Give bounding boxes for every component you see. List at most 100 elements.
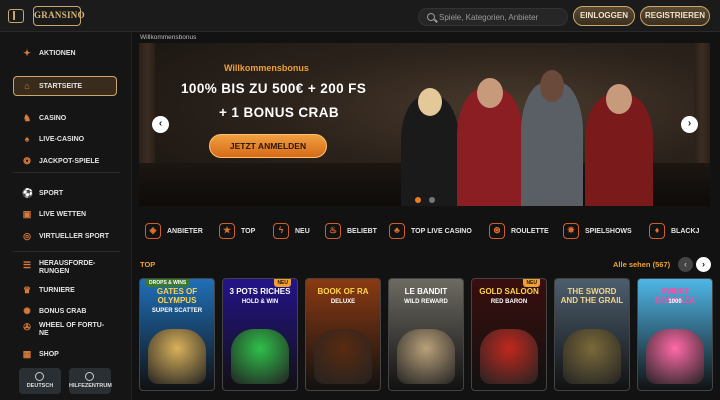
game-title: 3 POTS RICHES [229,287,291,296]
sidebar-item-startseite[interactable]: ⌂ STARTSEITE [22,79,82,93]
game-tile[interactable]: BOOK OF RA DELUXE [305,278,381,391]
game-tile[interactable]: DROPS & WINS GATES OF OLYMPUS SUPER SCATTE… [139,278,215,391]
search-input[interactable] [439,10,564,24]
game-tile[interactable]: NEU GOLD SALOON RED BARON [471,278,547,391]
sidebar-item-wheel-of-fortune[interactable]: ✇ WHEEL OF FORTU- NE [22,322,104,340]
sidebar-item-sport[interactable]: ⚽ SPORT [22,186,63,200]
language-button[interactable]: DEUTSCH [19,368,61,394]
category-neu[interactable]: ϟ NEU [273,216,310,246]
banner-prev-icon[interactable]: ‹ [152,116,169,133]
sidebar-toggle-icon[interactable] [8,9,24,23]
game-artwork [148,329,206,384]
sidebar-item-turniere[interactable]: ♛ TURNIERE [22,283,75,297]
game-title: BOOK OF RA [317,287,369,296]
category-anbieter[interactable]: ◈ ANBIETER [145,216,203,246]
game-tile[interactable]: THE SWORD AND THE GRAIL [554,278,630,391]
banner-character-man-glasses [585,84,653,206]
cards-icon: ♦ [649,223,665,239]
game-artwork [646,329,704,384]
breadcrumb: Willkommensbonus [140,34,197,41]
game-tile[interactable]: LE BANDIT WILD REWARD [388,278,464,391]
sidebar-divider [12,172,120,173]
sidebar-item-casino[interactable]: ♞ CASINO [22,111,66,125]
sidebar-item-shop[interactable]: ▦ SHOP [22,347,59,361]
help-icon [85,372,94,381]
game-title: THE SWORD AND THE GRAIL [560,287,624,305]
jackpot-icon: ❂ [23,156,31,166]
banner-subheadline: + 1 BONUS CRAB [219,105,339,120]
section-title-top: TOP [140,260,156,269]
carousel-next-icon[interactable]: › [696,257,711,272]
banner-kicker: Willkommensbonus [224,63,309,73]
game-subtitle: RED BARON [490,299,528,305]
sidebar-item-live-wetten[interactable]: ▣ LIVE WETTEN [22,207,86,221]
login-button[interactable]: EINLOGGEN [573,6,635,26]
live-casino-icon: ♠ [24,134,30,144]
banner-character-man-grey [521,70,583,206]
game-subtitle: WILD REWARD [404,299,448,305]
game-title: GATES OF OLYMPUS [156,287,198,305]
shop-icon: ▦ [22,349,32,359]
game-tile[interactable]: SWEET BONANZA 1000 [637,278,713,391]
soccer-ball-icon: ⚽ [22,188,34,198]
casino-icon: ♞ [22,113,32,123]
sidebar-item-jackpot[interactable]: ❂ JACKPOT-SPIELE [22,154,99,168]
banner-next-icon[interactable]: › [681,116,698,133]
game-artwork [397,329,455,384]
category-strip: ◈ ANBIETER ★ TOP ϟ NEU ♨ BELIEBT ♣ TOP LIVE C… [139,216,710,246]
category-roulette[interactable]: ⊛ ROULETTE [489,216,549,246]
game-subtitle: SUPER SCATTER [151,308,203,314]
search-icon [427,13,435,21]
game-artwork [563,329,621,384]
top-bar: GRANSINO EINLOGGEN REGISTRIEREN [0,0,720,32]
gift-icon: ✦ [23,48,31,58]
game-subtitle: HOLD & WIN [241,299,279,305]
carousel-prev-icon[interactable]: ‹ [678,257,693,272]
game-artwork [480,329,538,384]
crab-icon: ✺ [23,306,31,316]
slide-dot-active[interactable] [415,197,421,203]
game-show-icon: ✵ [563,223,579,239]
wheel-icon: ✇ [23,322,31,332]
banner-character-man-red [457,78,523,206]
provider-icon: ◈ [145,223,161,239]
challenge-icon: ☰ [22,260,32,270]
register-now-button[interactable]: JETZT ANMELDEN [209,134,327,158]
category-top-live-casino[interactable]: ♣ TOP LIVE CASINO [389,216,472,246]
banner-character-woman [401,88,459,206]
category-spielshows[interactable]: ✵ SPIELSHOWS [563,216,632,246]
category-beliebt[interactable]: ♨ BELIEBT [325,216,377,246]
virtual-sport-icon: ◎ [23,231,31,241]
sidebar-item-bonus-crab[interactable]: ✺ BONUS CRAB [22,304,86,318]
sidebar-item-aktionen[interactable]: ✦ AKTIONEN [22,46,75,60]
search-box[interactable] [418,8,568,26]
game-tag: DROPS & WINS [146,279,190,287]
game-tile[interactable]: NEU 3 POTS RICHES HOLD & WIN [222,278,298,391]
register-button[interactable]: REGISTRIEREN [640,6,710,26]
game-title: GOLD SALOON [479,287,539,296]
sidebar-item-live-casino[interactable]: ♠ LIVE-CASINO [22,132,85,146]
globe-icon [35,372,44,381]
see-all-link[interactable]: Alle sehen (567) [613,260,670,269]
promo-banner[interactable]: Willkommensbonus 100% BIS ZU 500€ + 200 … [139,43,710,206]
category-top[interactable]: ★ TOP [219,216,255,246]
game-subtitle: 1000 [668,299,682,305]
live-bet-icon: ▣ [22,209,32,219]
banner-headline: 100% BIS ZU 500€ + 200 FS [181,81,367,96]
sidebar-item-herausforderungen[interactable]: ☰ HERAUSFORDE- RUNGEN [22,260,95,278]
new-icon: ϟ [273,223,289,239]
star-icon: ★ [219,223,235,239]
logo[interactable]: GRANSINO [33,6,85,26]
category-blackjack[interactable]: ♦ BLACKJ [649,216,699,246]
trophy-icon: ♛ [22,285,32,295]
slide-dot[interactable] [429,197,435,203]
live-dealer-icon: ♣ [389,223,405,239]
new-badge: NEU [274,279,291,287]
roulette-icon: ⊛ [489,223,505,239]
game-title: LE BANDIT [404,287,448,296]
game-artwork [231,329,289,384]
home-icon: ⌂ [24,81,30,91]
help-center-button[interactable]: HILFEZENTRUM [69,368,112,394]
sidebar-item-virtueller-sport[interactable]: ◎ VIRTUELLER SPORT [22,229,109,243]
flame-icon: ♨ [325,223,341,239]
